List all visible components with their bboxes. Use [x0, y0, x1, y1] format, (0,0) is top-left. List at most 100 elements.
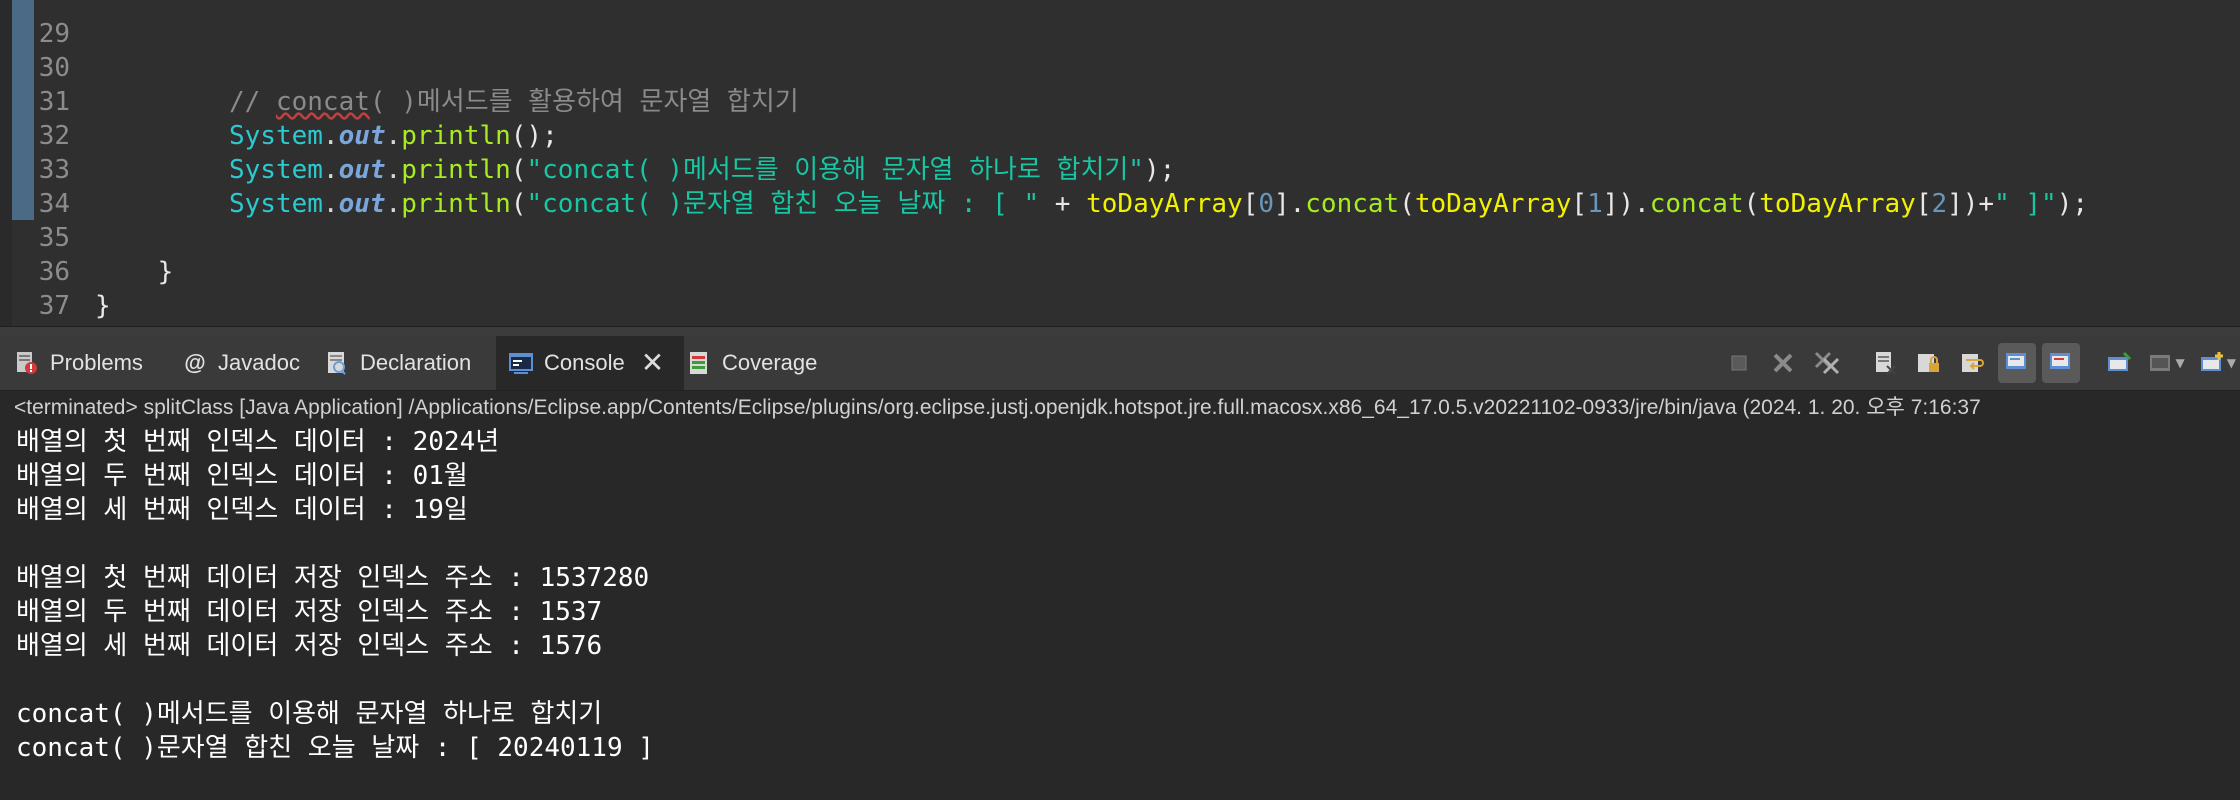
code-token: }: [95, 291, 111, 321]
code-line: 31 System.out.println();: [0, 51, 558, 151]
code-line: 32 System.out.println("concat( )메서드를 이용해…: [0, 85, 1176, 185]
code-token: //: [229, 87, 276, 117]
code-token: "concat( )메서드를 이용해 문자열 하나로 합치기": [526, 155, 1144, 185]
code-line: 34: [0, 153, 70, 219]
tab-console[interactable]: Console ✕: [496, 336, 685, 390]
console-line: 배열의 세 번째 인덱스 데이터 : 19일: [16, 495, 468, 525]
code-line: 33 System.out.println("concat( )문자열 합친 오…: [0, 119, 2088, 219]
console-line: concat( )메서드를 이용해 문자열 하나로 합치기: [16, 699, 603, 729]
code-token: System: [229, 189, 323, 219]
code-token: System: [229, 155, 323, 185]
code-token: "concat( )문자열 합친 오늘 날짜 : [ ": [526, 189, 1040, 219]
code-token: );: [2056, 189, 2089, 219]
display-console-button[interactable]: ▼: [2144, 343, 2189, 383]
console-line: 배열의 세 번째 데이터 저장 인덱스 주소 : 1576: [16, 631, 603, 661]
code-token: " ]": [1994, 189, 2057, 219]
show-on-stdout-button[interactable]: [1997, 343, 2036, 383]
tab-coverage[interactable]: Coverage: [686, 336, 817, 390]
terminate-button[interactable]: [1720, 343, 1758, 383]
code-token: out: [338, 189, 386, 219]
scroll-lock-button[interactable]: [1910, 343, 1948, 383]
tab-declaration[interactable]: Declaration: [324, 336, 471, 390]
code-token: 2: [1931, 189, 1948, 219]
code-token: ].: [1273, 189, 1306, 219]
code-token: println: [401, 155, 511, 185]
tab-problems[interactable]: Problems: [14, 336, 143, 390]
console-line: 배열의 두 번째 인덱스 데이터 : 01월: [16, 461, 468, 491]
code-token: +: [1039, 189, 1087, 219]
tab-label: Declaration: [360, 350, 472, 375]
console-output[interactable]: <terminated> splitClass [Java Applicatio…: [0, 391, 2240, 800]
code-token: [: [1915, 189, 1932, 219]
code-token: (: [1743, 189, 1760, 219]
tab-label: Problems: [50, 350, 143, 375]
tab-label: Console: [544, 350, 625, 375]
code-token: out: [338, 121, 386, 151]
tab-label: Javadoc: [218, 350, 300, 375]
code-text[interactable]: System.out.println();: [229, 119, 558, 153]
show-on-stderr-button[interactable]: [2041, 343, 2080, 383]
close-icon[interactable]: ✕: [641, 349, 664, 377]
code-text[interactable]: }: [95, 289, 111, 323]
code-token: println: [401, 121, 511, 151]
code-token: println: [401, 189, 511, 219]
code-token: (: [510, 155, 527, 185]
code-token: [: [1242, 189, 1259, 219]
console-line: 배열의 첫 번째 데이터 저장 인덱스 주소 : 1537280: [16, 563, 650, 593]
code-text[interactable]: System.out.println("concat( )문자열 합친 오늘 날…: [229, 187, 2088, 221]
code-token: concat: [275, 87, 370, 117]
code-token: .: [385, 155, 402, 185]
console-line: concat( )문자열 합친 오늘 날짜 : [ 20240119 ]: [16, 733, 654, 763]
views-tab-bar: Problems @ Javadoc Declaration Console ✕…: [0, 336, 2240, 391]
code-token: (: [1399, 189, 1415, 219]
javadoc-icon: @: [184, 350, 206, 375]
code-token: out: [338, 155, 386, 185]
code-token: concat: [1305, 189, 1400, 219]
remove-launch-button[interactable]: [1764, 343, 1802, 383]
code-token: .: [322, 121, 339, 151]
code-token: .: [385, 189, 402, 219]
code-token: System: [229, 121, 323, 151]
tab-label: Coverage: [722, 350, 818, 375]
console-line: 배열의 첫 번째 인덱스 데이터 : 2024년: [16, 427, 500, 457]
code-token: ]).: [1602, 189, 1650, 219]
tab-javadoc[interactable]: @ Javadoc: [182, 336, 300, 390]
code-token: toDayArray: [1086, 189, 1243, 219]
code-line: 30 // concat( )메서드를 활용하여 문자열 합치기: [0, 17, 799, 117]
clear-console-button[interactable]: [1866, 343, 1904, 383]
console-toolbar: ▼ ▼: [1714, 336, 2240, 390]
code-editor[interactable]: 29 30 // concat( )메서드를 활용하여 문자열 합치기 31 S…: [0, 0, 2240, 326]
code-line: 29: [0, 0, 70, 49]
code-token: }: [95, 257, 174, 287]
code-line: 37: [0, 255, 70, 321]
pin-console-button[interactable]: [2100, 343, 2138, 383]
code-token: (: [510, 189, 527, 219]
code-line: 38: [0, 289, 70, 326]
word-wrap-button[interactable]: [1954, 343, 1992, 383]
code-token: );: [1143, 155, 1176, 185]
problems-icon: [14, 350, 40, 376]
code-token: ();: [510, 121, 558, 151]
code-line: 36 }: [0, 221, 111, 321]
coverage-icon: [686, 350, 712, 376]
code-text[interactable]: System.out.println("concat( )메서드를 이용해 문자…: [229, 153, 1175, 187]
console-line: 배열의 두 번째 데이터 저장 인덱스 주소 : 1537: [16, 597, 603, 627]
code-token: .: [322, 155, 339, 185]
code-token: toDayArray: [1759, 189, 1916, 219]
code-text[interactable]: }: [95, 255, 174, 289]
code-token: .: [385, 121, 402, 151]
code-token: ])+: [1947, 189, 1995, 219]
declaration-icon: [324, 350, 350, 376]
code-token: 1: [1587, 189, 1603, 219]
open-console-button[interactable]: ▼: [2195, 343, 2240, 383]
chevron-down-icon: ▼: [2226, 356, 2236, 370]
code-token: [: [1571, 189, 1588, 219]
code-token: toDayArray: [1414, 189, 1572, 219]
code-token: ( )메서드를 활용하여 문자열 합치기: [369, 87, 799, 117]
code-token: concat: [1649, 189, 1744, 219]
console-launch-description: <terminated> splitClass [Java Applicatio…: [14, 396, 1981, 419]
code-line: 35 }: [0, 187, 174, 287]
remove-all-terminated-button[interactable]: [1808, 343, 1846, 383]
console-icon: [508, 350, 534, 376]
code-text[interactable]: // concat( )메서드를 활용하여 문자열 합치기: [229, 85, 799, 119]
